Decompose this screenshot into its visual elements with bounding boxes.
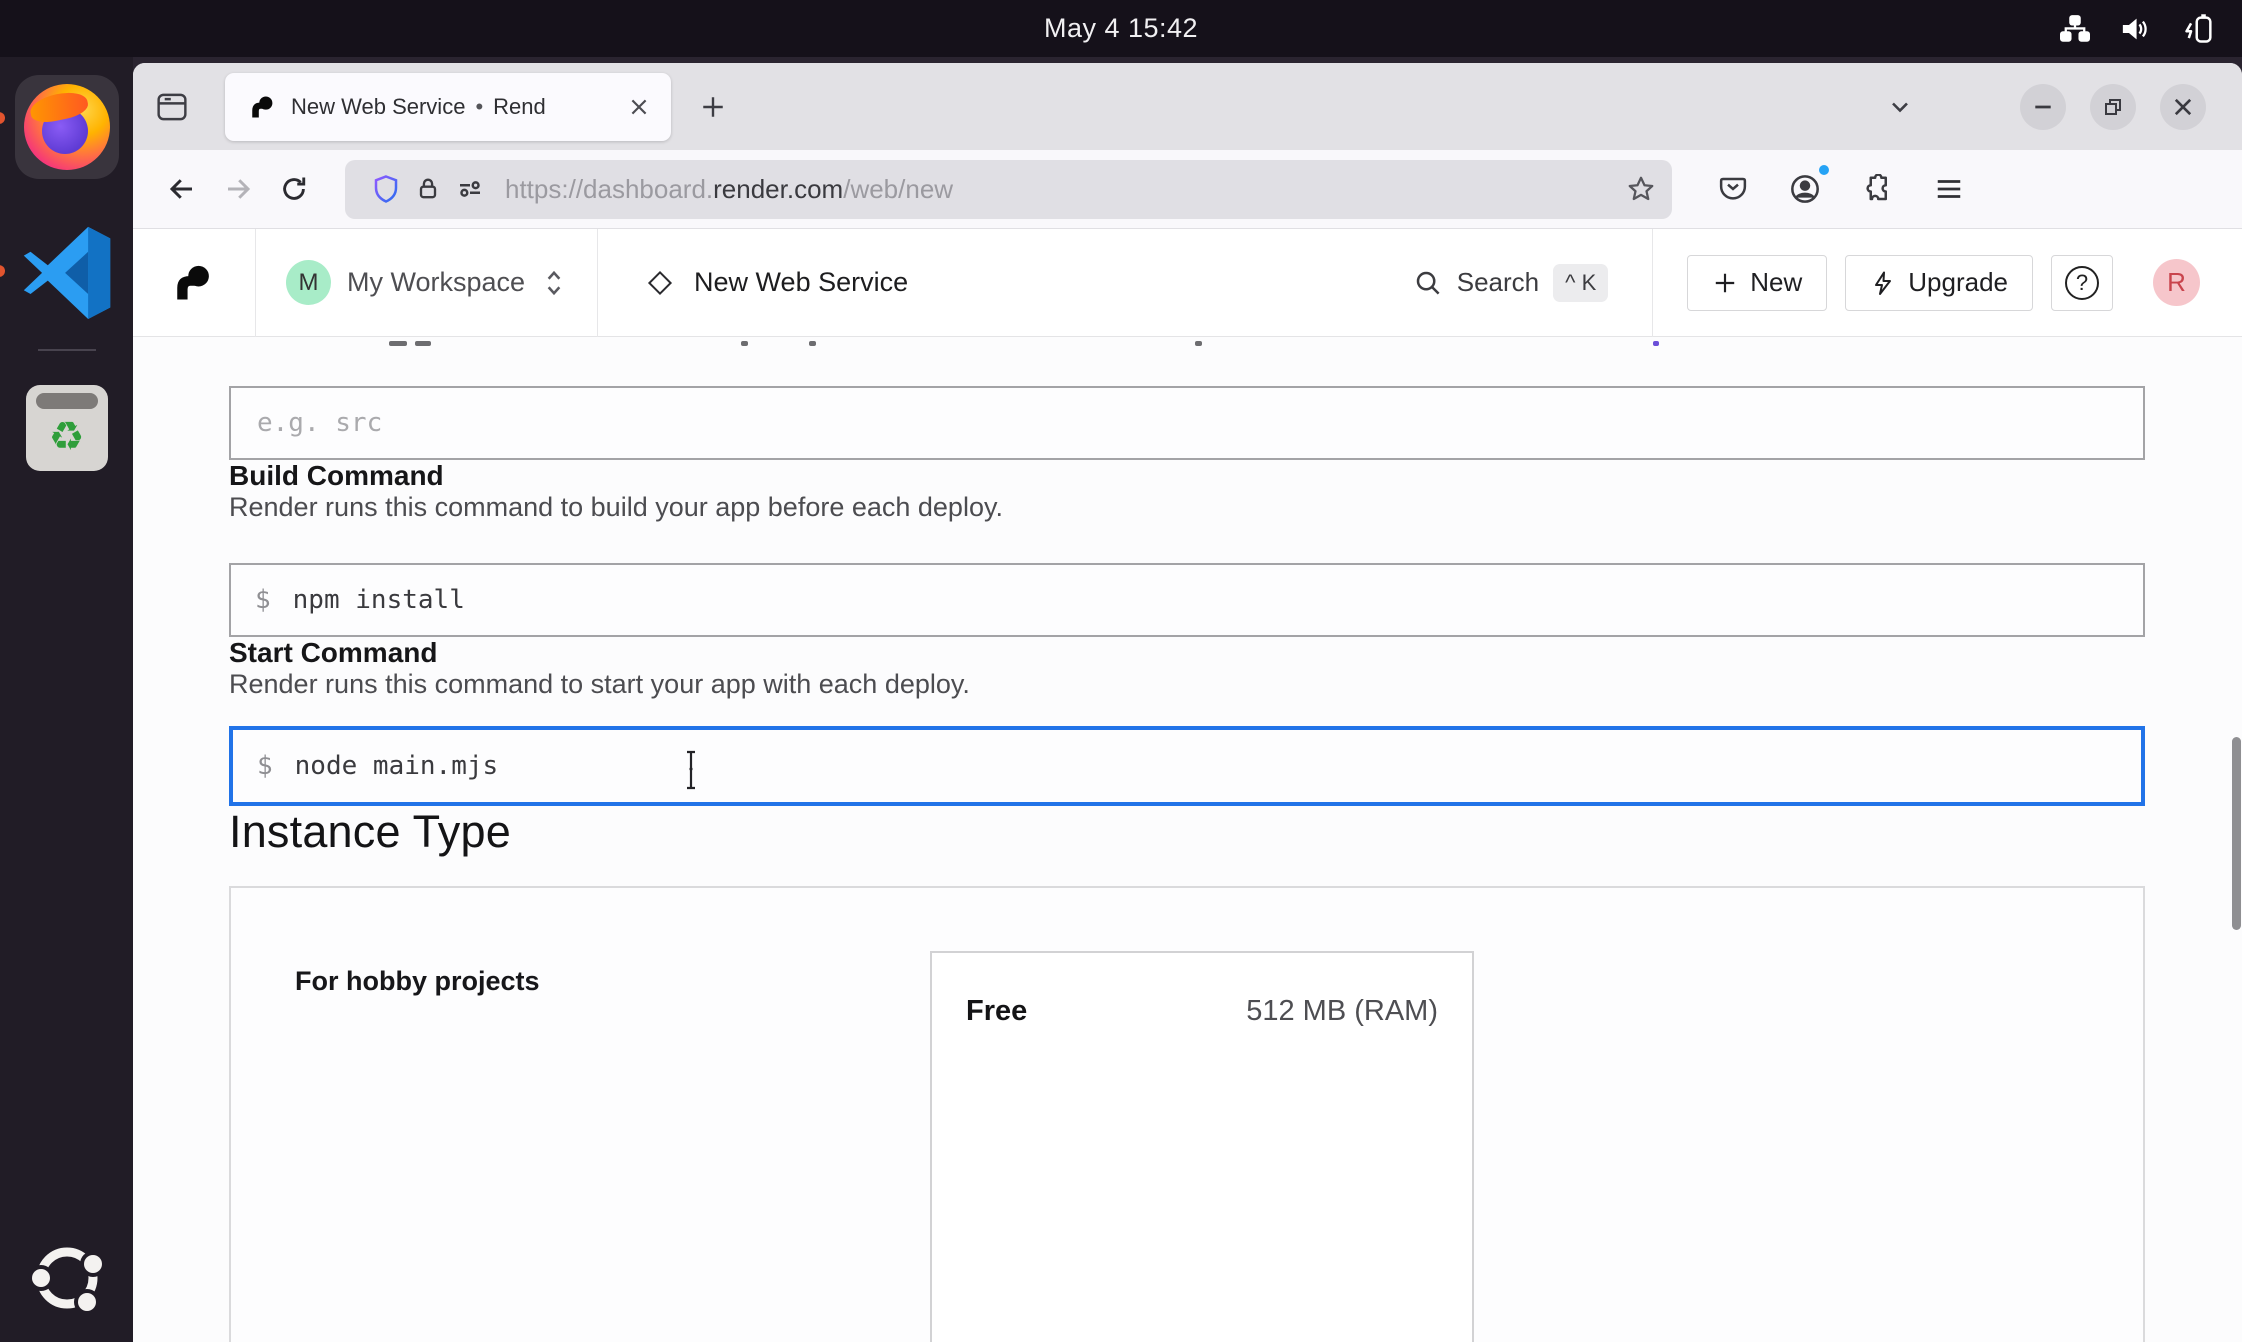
new-button[interactable]: New	[1687, 255, 1827, 311]
dock-item-firefox[interactable]	[15, 57, 119, 179]
plan-ram: 512 MB (RAM)	[1246, 995, 1438, 1028]
root-directory-field[interactable]	[229, 386, 2145, 460]
network-icon[interactable]	[2060, 14, 2090, 44]
search-label: Search	[1457, 267, 1539, 298]
firefox-view-button[interactable]	[149, 84, 195, 130]
question-icon: ?	[2065, 266, 2099, 300]
system-tray[interactable]	[2060, 12, 2216, 46]
search-button[interactable]: Search ^ K	[1413, 264, 1653, 302]
battery-charging-icon[interactable]	[2182, 12, 2216, 46]
window-close-button[interactable]	[2160, 84, 2206, 130]
extensions-puzzle-icon[interactable]	[1854, 166, 1900, 212]
browser-navbar: https://dashboard.render.com/web/new	[133, 150, 2242, 229]
url-text[interactable]: https://dashboard.render.com/web/new	[505, 174, 1620, 205]
new-tab-button[interactable]	[689, 83, 737, 131]
system-clock[interactable]: May 4 15:42	[0, 13, 2242, 44]
workspace-selector[interactable]: M My Workspace	[256, 229, 597, 336]
user-avatar[interactable]: R	[2153, 259, 2200, 306]
dock-item-vscode[interactable]	[15, 223, 119, 319]
start-command-input[interactable]	[293, 750, 2117, 782]
system-top-bar: May 4 15:42	[0, 0, 2242, 57]
breadcrumb: New Web Service	[598, 267, 908, 298]
dock-item-trash[interactable]: ♻	[26, 385, 108, 471]
start-command-description: Render runs this command to start your a…	[229, 669, 2242, 700]
workspace-avatar: M	[286, 260, 331, 305]
tab-title-fade	[561, 79, 631, 135]
browser-tab-active[interactable]: New Web Service•Rend	[225, 73, 671, 141]
dock: ♻	[0, 57, 133, 1342]
start-command-field[interactable]: $	[229, 726, 2145, 806]
help-button[interactable]: ?	[2051, 255, 2113, 311]
back-button[interactable]	[159, 166, 205, 212]
dashboard-header: M My Workspace New Web Service Search ^ …	[133, 229, 2242, 337]
firefox-icon	[24, 84, 110, 170]
lightning-icon	[1870, 270, 1896, 296]
instance-type-title: Instance Type	[229, 806, 2242, 858]
instance-type-box: For hobby projects Free 512 MB (RAM)	[229, 886, 2145, 1342]
build-command-description: Render runs this command to build your a…	[229, 492, 2242, 523]
forward-button[interactable]	[215, 166, 261, 212]
search-shortcut: ^ K	[1553, 264, 1608, 302]
trash-lid	[36, 393, 98, 409]
pocket-icon[interactable]	[1710, 166, 1756, 212]
free-plan-card[interactable]: Free 512 MB (RAM)	[930, 951, 1474, 1342]
dock-item-show-apps[interactable]	[25, 1236, 109, 1320]
tracking-shield-icon[interactable]	[365, 168, 407, 210]
render-logo	[169, 261, 213, 305]
screen: May 4 15:42	[0, 0, 2242, 1342]
menu-hamburger-icon[interactable]	[1926, 166, 1972, 212]
running-indicator	[0, 265, 5, 277]
shell-prompt: $	[257, 751, 273, 781]
tab-strip: New Web Service•Rend	[133, 63, 2242, 150]
render-favicon	[247, 93, 275, 121]
upgrade-button[interactable]: Upgrade	[1845, 255, 2033, 311]
lock-icon[interactable]	[407, 168, 449, 210]
dock-divider	[38, 349, 96, 351]
page-scrollbar-thumb[interactable]	[2232, 737, 2241, 930]
workspace-name: My Workspace	[347, 267, 525, 298]
root-directory-input[interactable]	[255, 407, 2119, 439]
permissions-icon[interactable]	[449, 168, 491, 210]
vscode-icon	[19, 223, 115, 319]
account-icon[interactable]	[1782, 166, 1828, 212]
recycle-icon: ♻	[49, 417, 85, 457]
window-restore-button[interactable]	[2090, 84, 2136, 130]
url-bar[interactable]: https://dashboard.render.com/web/new	[345, 160, 1672, 219]
reload-button[interactable]	[271, 166, 317, 212]
volume-icon[interactable]	[2120, 14, 2152, 44]
build-command-title: Build Command	[229, 460, 2242, 492]
start-command-title: Start Command	[229, 637, 2242, 669]
window-minimize-button[interactable]	[2020, 84, 2066, 130]
shell-prompt: $	[255, 585, 271, 615]
text-cursor	[683, 750, 699, 790]
build-command-field[interactable]: $	[229, 563, 2145, 637]
list-tabs-chevron-icon[interactable]	[1876, 83, 1924, 131]
plan-name: Free	[966, 995, 1027, 1028]
instance-group-label: For hobby projects	[295, 966, 540, 997]
build-command-input[interactable]	[291, 584, 2119, 616]
diamond-icon	[646, 269, 674, 297]
page-title: New Web Service	[694, 267, 908, 298]
account-notification-badge	[1816, 162, 1832, 178]
search-icon	[1413, 268, 1443, 298]
bookmark-star-icon[interactable]	[1620, 168, 1662, 210]
ubuntu-icon	[25, 1236, 109, 1320]
plus-icon	[1712, 270, 1738, 296]
running-indicator	[0, 112, 5, 124]
browser-window: New Web Service•Rend	[133, 63, 2242, 1342]
chevron-up-down-icon	[541, 268, 567, 298]
page-content: Build Command Render runs this command t…	[133, 337, 2242, 1342]
clipped-text-row	[229, 337, 2242, 350]
